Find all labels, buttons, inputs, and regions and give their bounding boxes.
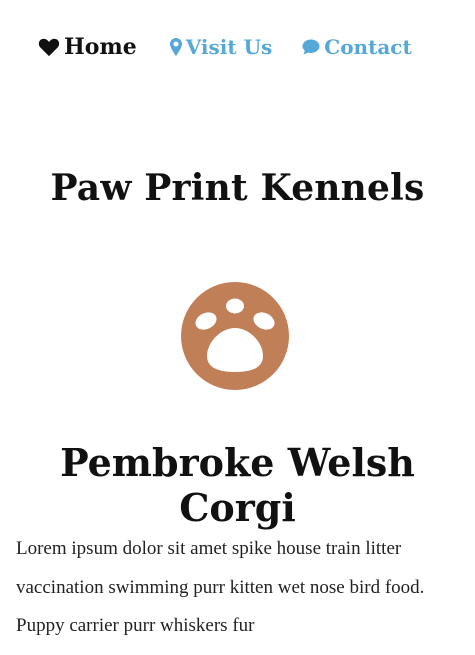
nav-contact-link[interactable]: Contact (302, 35, 412, 59)
nav-contact-label: Contact (324, 35, 412, 59)
breed-heading: Pembroke Welsh Corgi (60, 440, 415, 530)
main-nav: Home Visit Us Contact (38, 32, 412, 62)
nav-home-link[interactable]: Home (38, 34, 137, 60)
breed-description: Lorem ipsum dolor sit amet spike house t… (16, 538, 425, 636)
site-title: Paw Print Kennels (50, 167, 425, 209)
heart-icon (38, 37, 60, 57)
paw-print-icon (181, 282, 289, 390)
map-pin-icon (169, 38, 182, 56)
nav-home-label: Home (64, 34, 137, 60)
speech-bubble-icon (302, 39, 320, 55)
nav-visit-link[interactable]: Visit Us (169, 35, 273, 59)
nav-visit-label: Visit Us (185, 35, 273, 59)
